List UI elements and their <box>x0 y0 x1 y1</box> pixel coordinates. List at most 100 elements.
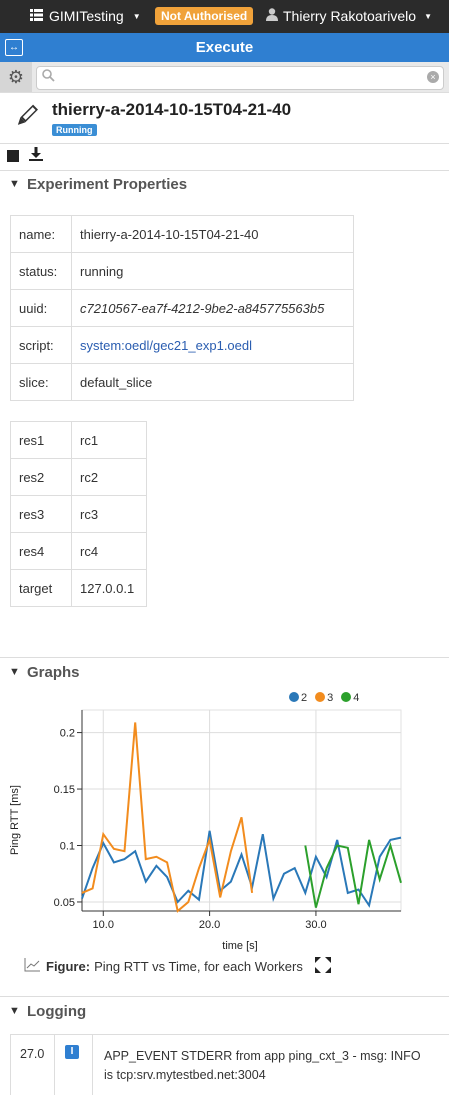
legend-item[interactable]: 2 <box>289 692 307 704</box>
cell-border <box>54 1035 55 1095</box>
table-row: res4 rc4 <box>10 532 147 570</box>
section-title: Logging <box>27 1003 87 1020</box>
user-name: Thierry Rakotoarivelo <box>283 8 417 24</box>
divider <box>0 996 449 997</box>
search-icon <box>42 69 55 85</box>
legend-dot <box>315 692 326 702</box>
gear-icon[interactable]: ⚙ <box>0 62 32 92</box>
resource-value: rc3 <box>71 495 147 533</box>
top-navbar: GIMITesting ▼ Not Authorised Thierry Rak… <box>0 0 449 33</box>
property-key: slice: <box>10 363 72 401</box>
stop-icon[interactable] <box>7 150 19 162</box>
table-row: target 127.0.0.1 <box>10 569 147 607</box>
auth-status-badge: Not Authorised <box>155 7 254 25</box>
property-value: running <box>71 252 354 290</box>
x-tick-label: 30.0 <box>305 919 326 931</box>
property-key: name: <box>10 215 72 253</box>
series-line-4 <box>304 839 402 908</box>
figure-caption: Figure: Ping RTT vs Time, for each Worke… <box>24 957 331 976</box>
table-row: name: thierry-a-2014-10-15T04-21-40 <box>10 215 354 253</box>
x-axis-label: time [s] <box>222 940 257 952</box>
property-key: script: <box>10 326 72 364</box>
search-input[interactable]: × <box>36 66 444 90</box>
resource-key: res4 <box>10 532 72 570</box>
log-message: APP_EVENT STDERR from app ping_cxt_3 - m… <box>104 1047 449 1085</box>
cell-border <box>10 1035 11 1095</box>
log-time: 27.0 <box>20 1047 45 1061</box>
table-row: uuid: c7210567-ea7f-4212-9be2-a845775563… <box>10 289 354 327</box>
status-badge: Running <box>52 124 97 136</box>
figure-label: Figure: <box>46 959 91 974</box>
legend-item[interactable]: 3 <box>315 692 333 704</box>
experiment-header: thierry-a-2014-10-15T04-21-40 Running <box>0 93 449 143</box>
download-icon[interactable] <box>29 147 43 164</box>
grid-icon <box>30 8 43 24</box>
property-value: default_slice <box>71 363 354 401</box>
resource-key: res1 <box>10 421 72 459</box>
section-experiment-properties[interactable]: ▼ Experiment Properties <box>0 171 449 199</box>
y-tick-label: 0.1 <box>60 841 75 853</box>
user-icon <box>266 8 278 24</box>
clear-search-icon[interactable]: × <box>427 71 439 83</box>
property-key: uuid: <box>10 289 72 327</box>
caret-down-icon: ▼ <box>9 1005 20 1017</box>
app-menu[interactable]: GIMITesting ▼ <box>30 8 141 24</box>
section-title: Experiment Properties <box>27 176 188 193</box>
cell-border <box>92 1035 93 1095</box>
y-axis-label: Ping RTT [ms] <box>9 785 21 855</box>
line-chart-icon <box>24 958 40 975</box>
series-line-3 <box>81 722 254 913</box>
legend-label: 4 <box>353 692 360 704</box>
legend-label: 2 <box>301 692 308 704</box>
chart-axes: 10.0 20.0 30.0 0.05 0.1 0.15 0.2 <box>54 710 401 931</box>
ping-rtt-chart: 10.0 20.0 30.0 0.05 0.1 0.15 0.2 Ping RTT [ms]… <box>9 709 402 952</box>
property-value: c7210567-ea7f-4212-9be2-a845775563b5 <box>71 289 354 327</box>
resources-table: res1 rc1 res2 rc2 res3 rc3 res4 rc4 targ… <box>10 421 147 607</box>
user-menu[interactable]: Thierry Rakotoarivelo ▼ <box>266 8 432 24</box>
caret-down-icon: ▼ <box>9 178 20 190</box>
resource-value: rc1 <box>71 421 147 459</box>
expand-icon[interactable]: ↔ <box>5 39 23 56</box>
log-message-line: APP_EVENT STDERR from app ping_cxt_3 - m… <box>104 1049 421 1063</box>
log-message-line: is tcp:srv.mytestbed.net:3004 <box>104 1068 266 1082</box>
table-row: res2 rc2 <box>10 458 147 496</box>
resource-value: 127.0.0.1 <box>71 569 147 607</box>
resource-value: rc2 <box>71 458 147 496</box>
search-row: ⚙ × <box>0 62 449 93</box>
table-row: res1 rc1 <box>10 421 147 459</box>
legend-dot <box>289 692 299 702</box>
section-graphs[interactable]: ▼ Graphs <box>0 659 449 687</box>
property-key: status: <box>10 252 72 290</box>
properties-table: name: thierry-a-2014-10-15T04-21-40 stat… <box>10 215 354 401</box>
property-value: thierry-a-2014-10-15T04-21-40 <box>71 215 354 253</box>
table-row: res3 rc3 <box>10 495 147 533</box>
y-tick-label: 0.05 <box>54 897 75 909</box>
script-link[interactable]: system:oedl/gec21_exp1.oedl <box>71 326 354 364</box>
resource-value: rc4 <box>71 532 147 570</box>
x-tick-label: 10.0 <box>93 919 114 931</box>
legend-item[interactable]: 4 <box>341 692 359 704</box>
experiment-toolbar <box>0 144 449 170</box>
chart-legend: 2 3 4 <box>289 692 359 704</box>
x-tick-label: 20.0 <box>199 919 220 931</box>
chart-lines <box>81 722 402 913</box>
section-title: Graphs <box>27 664 80 681</box>
pencil-icon <box>14 103 39 136</box>
execute-title: Execute <box>195 39 254 56</box>
log-row: 27.0 I APP_EVENT STDERR from app ping_cx… <box>10 1034 449 1095</box>
legend-dot <box>341 692 352 702</box>
resource-key: res3 <box>10 495 72 533</box>
figure-caption-text: Ping RTT vs Time, for each Workers <box>94 959 303 974</box>
table-row: status: running <box>10 252 354 290</box>
legend-label: 3 <box>327 692 334 704</box>
resource-key: res2 <box>10 458 72 496</box>
table-row: script: system:oedl/gec21_exp1.oedl <box>10 326 354 364</box>
chevron-down-icon: ▼ <box>424 11 432 21</box>
fullscreen-icon[interactable] <box>314 957 331 976</box>
section-logging[interactable]: ▼ Logging <box>0 998 449 1026</box>
series-line-2 <box>81 830 402 908</box>
y-tick-label: 0.15 <box>54 784 75 796</box>
resource-key: target <box>10 569 72 607</box>
execute-header: ↔ Execute <box>0 33 449 62</box>
chevron-down-icon: ▼ <box>132 11 141 21</box>
